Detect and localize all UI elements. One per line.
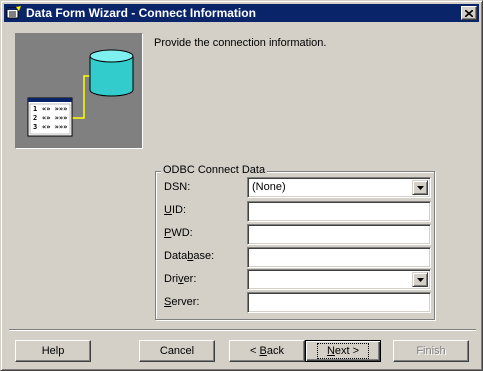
instruction-text: Provide the connection information. bbox=[154, 37, 327, 49]
dsn-label: DSN: bbox=[164, 181, 191, 193]
close-icon bbox=[465, 9, 473, 17]
driver-label: Driver: bbox=[164, 273, 197, 285]
cancel-button[interactable]: Cancel bbox=[139, 340, 215, 362]
chevron-down-icon bbox=[416, 185, 424, 190]
pwd-field[interactable] bbox=[247, 224, 431, 245]
form-row-2-cells: «» »»» bbox=[42, 114, 67, 122]
dsn-dropdown-button[interactable] bbox=[412, 180, 428, 195]
pwd-label: PWD: bbox=[164, 227, 193, 239]
next-button[interactable]: Next > bbox=[305, 340, 381, 362]
wizard-illustration: 1 «» »»» 2 «» »»» 3 «» »»» bbox=[15, 33, 143, 149]
chevron-down-icon bbox=[416, 277, 424, 282]
driver-dropdown-button[interactable] bbox=[412, 272, 428, 287]
uid-field[interactable] bbox=[247, 201, 431, 222]
form-row-3-cells: «» »»» bbox=[42, 123, 67, 131]
close-button[interactable] bbox=[461, 6, 477, 20]
dsn-combobox[interactable]: (None) bbox=[247, 177, 431, 198]
dsn-value: (None) bbox=[252, 181, 286, 193]
form-row-1-cells: «» »»» bbox=[42, 105, 67, 113]
help-button[interactable]: Help bbox=[15, 340, 91, 362]
database-form-graphic: 1 «» »»» 2 «» »»» 3 «» »»» bbox=[27, 49, 134, 137]
groupbox-legend: ODBC Connect Data bbox=[161, 164, 268, 176]
back-button[interactable]: < Back bbox=[229, 340, 305, 362]
database-label: Database: bbox=[164, 250, 215, 262]
button-separator bbox=[9, 329, 476, 331]
wizard-window: Data Form Wizard - Connect Information 1… bbox=[0, 0, 483, 371]
database-field[interactable] bbox=[247, 247, 431, 268]
driver-combobox[interactable] bbox=[247, 269, 431, 290]
form-row-2-num: 2 bbox=[33, 114, 37, 122]
form-row-1-num: 1 bbox=[33, 105, 37, 113]
finish-button[interactable]: Finish bbox=[393, 340, 469, 362]
form-row-3-num: 3 bbox=[33, 123, 37, 131]
server-label: Server: bbox=[164, 296, 200, 308]
database-cylinder-icon bbox=[89, 49, 134, 97]
wizard-icon bbox=[6, 5, 22, 19]
server-field[interactable] bbox=[247, 292, 431, 313]
window-title: Data Form Wizard - Connect Information bbox=[26, 6, 256, 20]
title-bar[interactable]: Data Form Wizard - Connect Information bbox=[4, 4, 479, 22]
uid-label: UID: bbox=[164, 204, 187, 216]
